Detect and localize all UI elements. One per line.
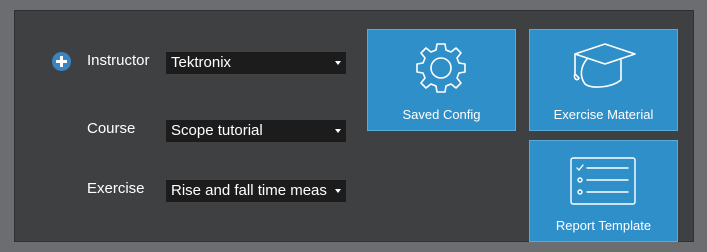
checklist-icon	[570, 157, 636, 205]
instructor-select-value: Tektronix	[171, 54, 232, 71]
exercise-label: Exercise	[87, 180, 145, 197]
chevron-down-icon	[335, 61, 341, 65]
exercise-select-value: Rise and fall time meas	[171, 182, 327, 199]
exercise-material-button[interactable]: Exercise Material	[529, 29, 678, 131]
course-select-value: Scope tutorial	[171, 122, 263, 139]
saved-config-button[interactable]: Saved Config	[367, 29, 516, 131]
add-icon[interactable]	[52, 52, 71, 71]
instructor-select[interactable]: Tektronix	[166, 52, 346, 74]
report-template-label: Report Template	[555, 218, 652, 233]
report-template-button[interactable]: Report Template	[529, 140, 678, 242]
course-select[interactable]: Scope tutorial	[166, 120, 346, 142]
chevron-down-icon	[335, 189, 341, 193]
instructor-label: Instructor	[87, 52, 150, 69]
saved-config-label: Saved Config	[402, 107, 481, 122]
graduation-cap-icon	[573, 43, 636, 88]
course-label: Course	[87, 120, 136, 137]
exercise-select[interactable]: Rise and fall time meas	[166, 180, 346, 202]
gear-icon	[416, 43, 466, 93]
chevron-down-icon	[335, 129, 341, 133]
exercise-material-label: Exercise Material	[553, 107, 654, 122]
